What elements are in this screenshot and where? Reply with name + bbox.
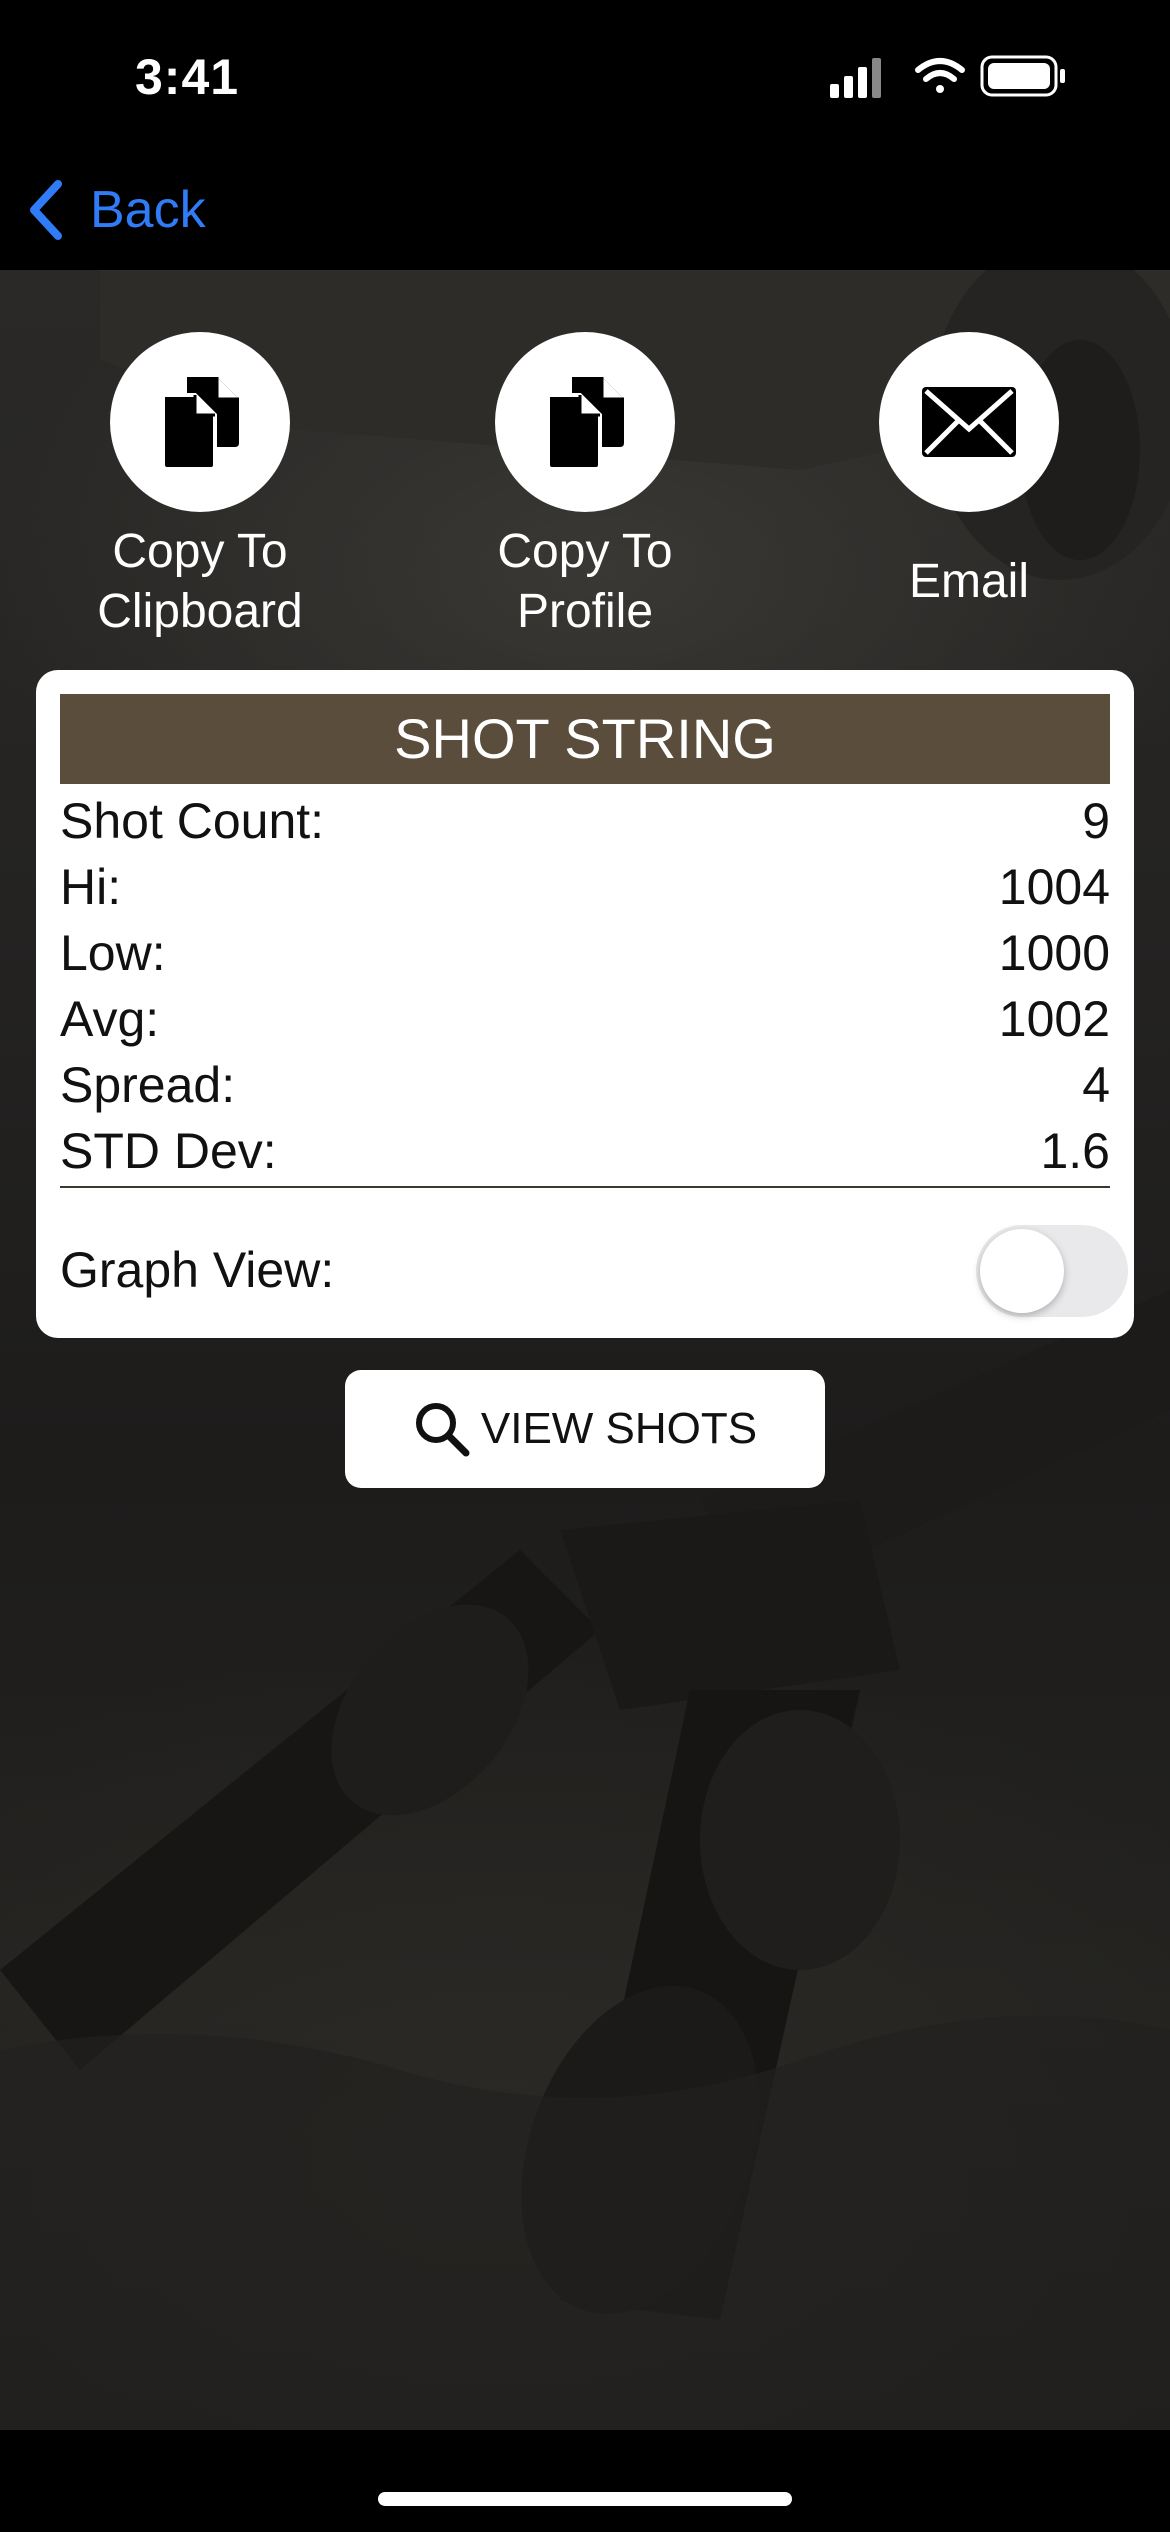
stat-label: Hi: [60,859,122,915]
cellular-signal-icon [830,58,881,98]
email-label: Email [908,555,1030,608]
status-icons [830,52,1090,100]
view-shots-button[interactable]: VIEW SHOTS [345,1370,825,1488]
copy-to-profile-action[interactable]: Copy To Profile [435,332,735,642]
view-shots-label: VIEW SHOTS [480,1404,758,1453]
email-action[interactable]: Email [819,332,1119,612]
copy-to-profile-button[interactable] [495,332,675,512]
stat-label: Avg: [60,991,160,1047]
chevron-left-icon [30,180,62,240]
stat-label: Shot Count: [60,793,325,849]
stat-row-hi: Hi: 1004 [60,854,1110,920]
graph-view-toggle[interactable] [976,1225,1128,1317]
copy-documents-icon [546,377,624,471]
stat-value: 1002 [998,991,1110,1047]
copy-documents-icon [161,377,239,471]
card-divider [60,1186,1110,1188]
magnifying-glass-icon [415,1403,470,1457]
stat-row-avg: Avg: 1002 [60,986,1110,1052]
status-bar: 3:41 [0,0,1170,150]
email-button[interactable] [879,332,1059,512]
copy-to-clipboard-label: Copy To Clipboard [97,525,303,638]
navigation-bar: Back [0,150,1170,270]
stat-row-shot-count: Shot Count: 9 [60,788,1110,854]
envelope-icon [922,387,1016,457]
shot-string-title: SHOT STRING [60,694,1110,784]
stat-value: 9 [1082,793,1110,849]
home-indicator-bar [0,2430,1170,2532]
stat-value: 1.6 [1040,1123,1110,1179]
stat-label: Low: [60,925,166,981]
app-screen: 3:41 Back Copy To Clipboard Copy To Prof… [0,0,1170,2532]
graph-view-row: Graph View: [60,1225,1128,1317]
toggle-knob [980,1229,1064,1313]
graph-view-label: Graph View: [60,1242,335,1298]
stat-value: 4 [1082,1057,1110,1113]
copy-to-profile-label: Copy To Profile [497,525,673,638]
battery-icon [980,55,1065,97]
stat-row-std-dev: STD Dev: 1.6 [60,1118,1110,1184]
stat-label: Spread: [60,1057,236,1113]
back-button[interactable]: Back [26,172,206,248]
copy-to-clipboard-action[interactable]: Copy To Clipboard [50,332,350,642]
stat-row-spread: Spread: 4 [60,1052,1110,1118]
copy-to-clipboard-button[interactable] [110,332,290,512]
stat-value: 1004 [998,859,1110,915]
stat-value: 1000 [998,925,1110,981]
shot-string-card: SHOT STRING Shot Count: 9 Hi: 1004 Low: … [36,670,1134,1338]
stat-row-low: Low: 1000 [60,920,1110,986]
home-indicator[interactable] [378,2492,792,2506]
status-time: 3:41 [135,49,240,105]
stat-label: STD Dev: [60,1123,277,1179]
back-label: Back [90,181,206,239]
wifi-icon [915,58,965,93]
